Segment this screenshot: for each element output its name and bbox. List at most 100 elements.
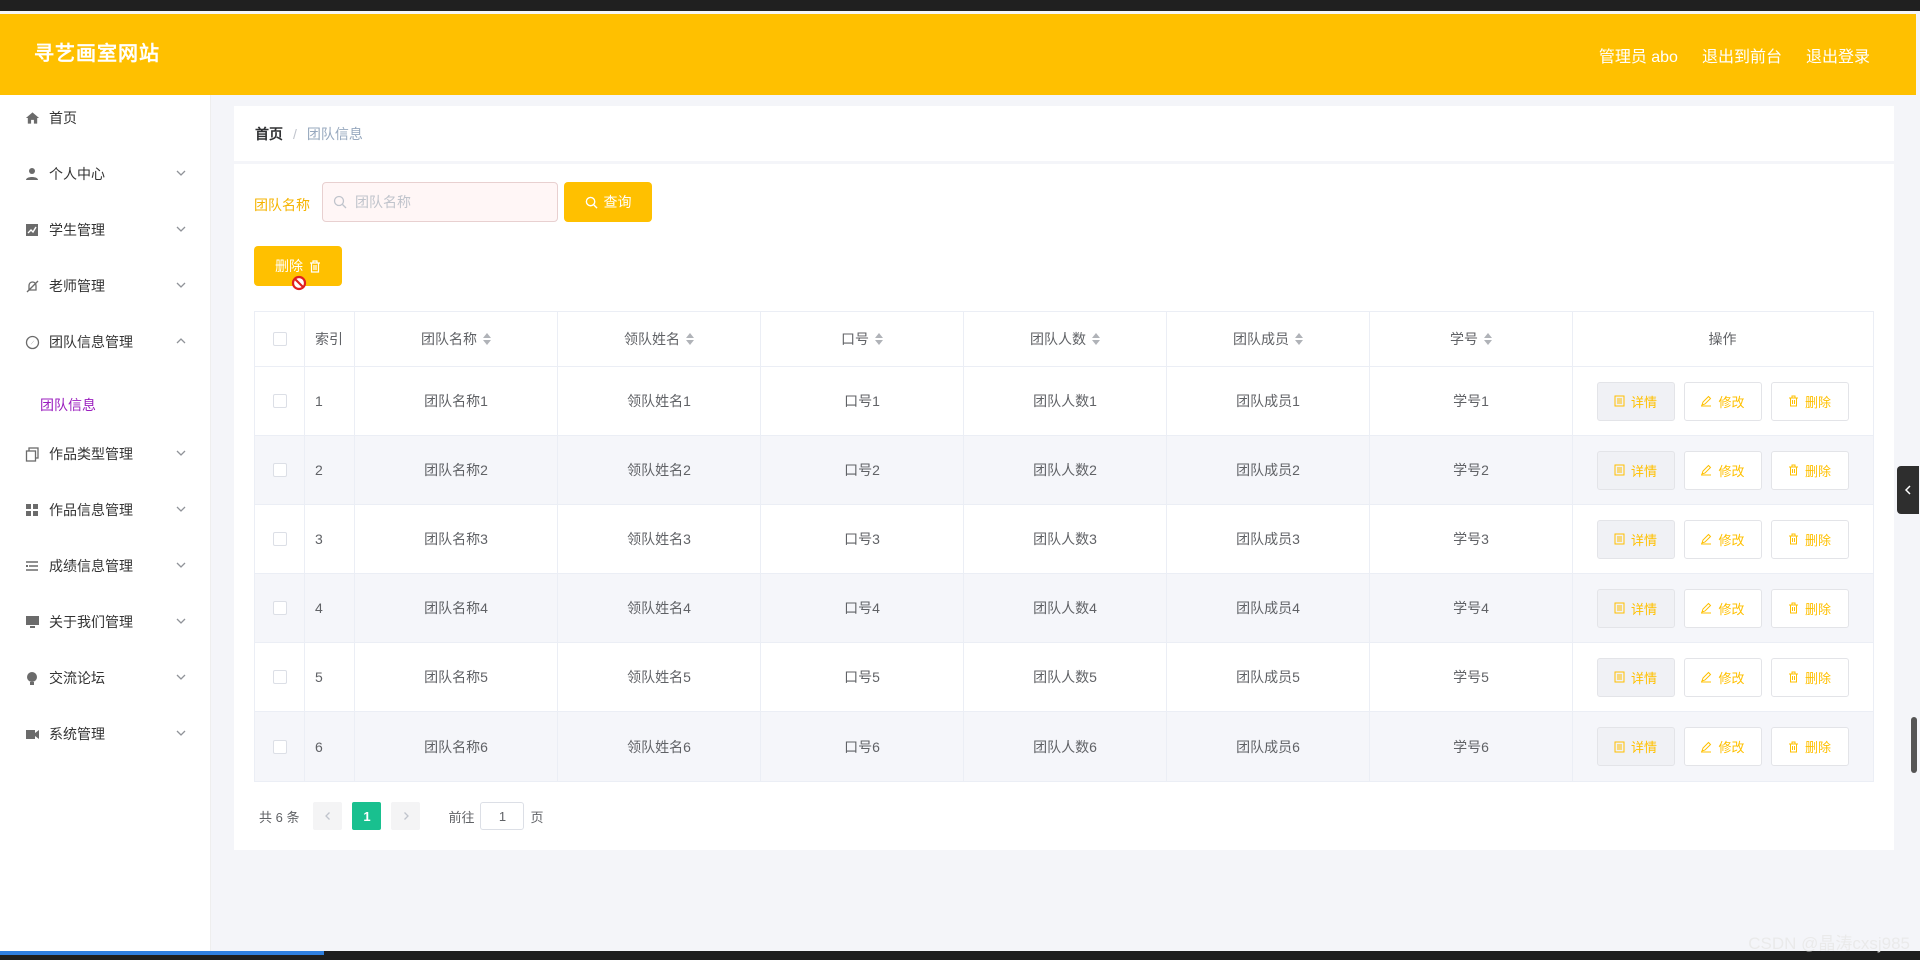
admin-user-label[interactable]: 管理员 abo	[1599, 43, 1678, 67]
sort-icon[interactable]	[875, 333, 883, 345]
table-row: 4 团队名称4 领队姓名4 口号4 团队人数4 团队成员4 学号4 详情 修改 删除	[255, 574, 1873, 643]
search-icon	[585, 196, 598, 209]
sidebar-item-about-us[interactable]: 关于我们管理	[0, 602, 210, 642]
prev-page-button[interactable]	[313, 802, 343, 830]
cell-team-members: 团队成员4	[1167, 574, 1370, 642]
table-row: 5 团队名称5 领队姓名5 口号5 团队人数5 团队成员5 学号5 详情 修改 删除	[255, 643, 1873, 712]
cell-team-name: 团队名称3	[355, 505, 558, 573]
detail-button[interactable]: 详情	[1596, 381, 1675, 421]
sidebar-item-work-types[interactable]: 作品类型管理	[0, 434, 210, 474]
edit-button[interactable]: 修改	[1683, 657, 1762, 697]
header-label: 口号	[841, 331, 869, 347]
edit-button[interactable]: 修改	[1683, 519, 1762, 559]
select-all-checkbox[interactable]	[272, 332, 287, 346]
cell-actions: 详情 修改 删除	[1573, 436, 1872, 504]
chevron-down-icon	[176, 450, 186, 456]
row-checkbox[interactable]	[272, 601, 287, 615]
row-checkbox[interactable]	[272, 739, 287, 754]
row-checkbox[interactable]	[272, 394, 287, 408]
edit-button[interactable]: 修改	[1683, 727, 1762, 766]
edit-button[interactable]: 修改	[1683, 450, 1762, 490]
scrollbar[interactable]	[1911, 717, 1917, 773]
search-label: 团队名称	[254, 197, 310, 213]
delete-button[interactable]: 删除	[1770, 381, 1849, 421]
chevron-down-icon	[176, 506, 186, 512]
monitor-icon	[24, 614, 40, 630]
cell-leader-name: 领队姓名3	[558, 505, 761, 573]
logout-link[interactable]: 退出登录	[1806, 43, 1870, 67]
header-leader-name[interactable]: 领队姓名	[558, 312, 761, 366]
sidebar: 首页 个人中心 学生管理 老师管理 团队信息管理 团队信息 作品类型管理 作品信…	[0, 95, 211, 954]
sort-icon[interactable]	[1092, 333, 1100, 345]
collapse-panel-tab[interactable]	[1897, 466, 1919, 514]
sidebar-item-personal-center[interactable]: 个人中心	[0, 154, 210, 194]
detail-button[interactable]: 详情	[1596, 727, 1675, 766]
cell-actions: 详情 修改 删除	[1573, 574, 1872, 642]
team-name-search-input[interactable]	[353, 193, 557, 211]
header-slogan[interactable]: 口号	[761, 312, 964, 366]
cell-leader-name: 领队姓名6	[558, 712, 761, 781]
sidebar-item-forum[interactable]: 交流论坛	[0, 658, 210, 698]
header-student-id[interactable]: 学号	[1370, 312, 1573, 366]
header-team-name[interactable]: 团队名称	[355, 312, 558, 366]
sort-icon[interactable]	[686, 333, 694, 345]
cell-student-id: 学号4	[1370, 574, 1573, 642]
breadcrumb: 首页 / 团队信息	[234, 106, 1894, 161]
table-row: 6 团队名称6 领队姓名6 口号6 团队人数6 团队成员6 学号6 详情 修改 删除	[255, 712, 1873, 781]
detail-label: 详情	[1630, 601, 1657, 617]
detail-button[interactable]: 详情	[1596, 450, 1675, 490]
delete-label: 删除	[1804, 601, 1831, 617]
sidebar-item-home[interactable]: 首页	[0, 98, 210, 138]
cell-team-members: 团队成员3	[1167, 505, 1370, 573]
delete-button[interactable]: 删除	[1770, 519, 1849, 559]
document-icon	[1614, 395, 1625, 407]
sidebar-item-scores[interactable]: 成绩信息管理	[0, 546, 210, 586]
exit-to-front-link[interactable]: 退出到前台	[1702, 43, 1782, 67]
delete-button[interactable]: 删除	[1770, 657, 1849, 697]
cell-team-size: 团队人数6	[964, 712, 1167, 781]
delete-button[interactable]: 删除	[1770, 727, 1849, 766]
next-page-button[interactable]	[391, 802, 421, 830]
sidebar-item-label: 关于我们管理	[49, 614, 133, 630]
detail-button[interactable]: 详情	[1596, 588, 1675, 628]
header-label: 团队成员	[1233, 331, 1289, 347]
query-button[interactable]: 查询	[564, 182, 652, 222]
row-checkbox[interactable]	[272, 463, 287, 477]
detail-button[interactable]: 详情	[1596, 657, 1675, 697]
sidebar-item-team-info-management[interactable]: 团队信息管理	[0, 322, 210, 362]
submenu-item-team-info[interactable]: 团队信息	[40, 390, 96, 420]
row-checkbox[interactable]	[272, 532, 287, 546]
detail-button[interactable]: 详情	[1596, 519, 1675, 559]
sidebar-item-system[interactable]: 系统管理	[0, 714, 210, 754]
table-row: 1 团队名称1 领队姓名1 口号1 团队人数1 团队成员1 学号1 详情 修改 删除	[255, 367, 1873, 436]
cell-index: 5	[305, 643, 355, 711]
breadcrumb-home[interactable]: 首页	[255, 124, 283, 144]
sort-icon[interactable]	[483, 333, 491, 345]
chevron-down-icon	[176, 170, 186, 176]
document-icon	[1614, 602, 1625, 614]
edit-icon	[1701, 602, 1712, 614]
edit-label: 修改	[1718, 601, 1745, 617]
goto-page-input[interactable]	[480, 802, 525, 830]
header-team-members[interactable]: 团队成员	[1167, 312, 1370, 366]
copy-icon	[24, 446, 40, 462]
edit-icon	[1701, 464, 1712, 476]
trash-icon	[1788, 395, 1798, 407]
header-team-size[interactable]: 团队人数	[964, 312, 1167, 366]
edit-button[interactable]: 修改	[1683, 588, 1762, 628]
sort-icon[interactable]	[1484, 333, 1492, 345]
chevron-down-icon	[176, 562, 186, 568]
sidebar-item-teachers[interactable]: 老师管理	[0, 266, 210, 306]
grid-icon	[24, 502, 40, 518]
row-checkbox[interactable]	[272, 670, 287, 684]
document-icon	[1614, 533, 1625, 545]
delete-button[interactable]: 删除	[1770, 450, 1849, 490]
delete-label: 删除	[1804, 670, 1831, 686]
sort-icon[interactable]	[1295, 333, 1303, 345]
sidebar-item-students[interactable]: 学生管理	[0, 210, 210, 250]
sidebar-item-works[interactable]: 作品信息管理	[0, 490, 210, 530]
edit-button[interactable]: 修改	[1683, 381, 1762, 421]
goto-page: 前往 页	[448, 802, 544, 830]
delete-button[interactable]: 删除	[1770, 588, 1849, 628]
page-number-button[interactable]: 1	[352, 802, 382, 830]
